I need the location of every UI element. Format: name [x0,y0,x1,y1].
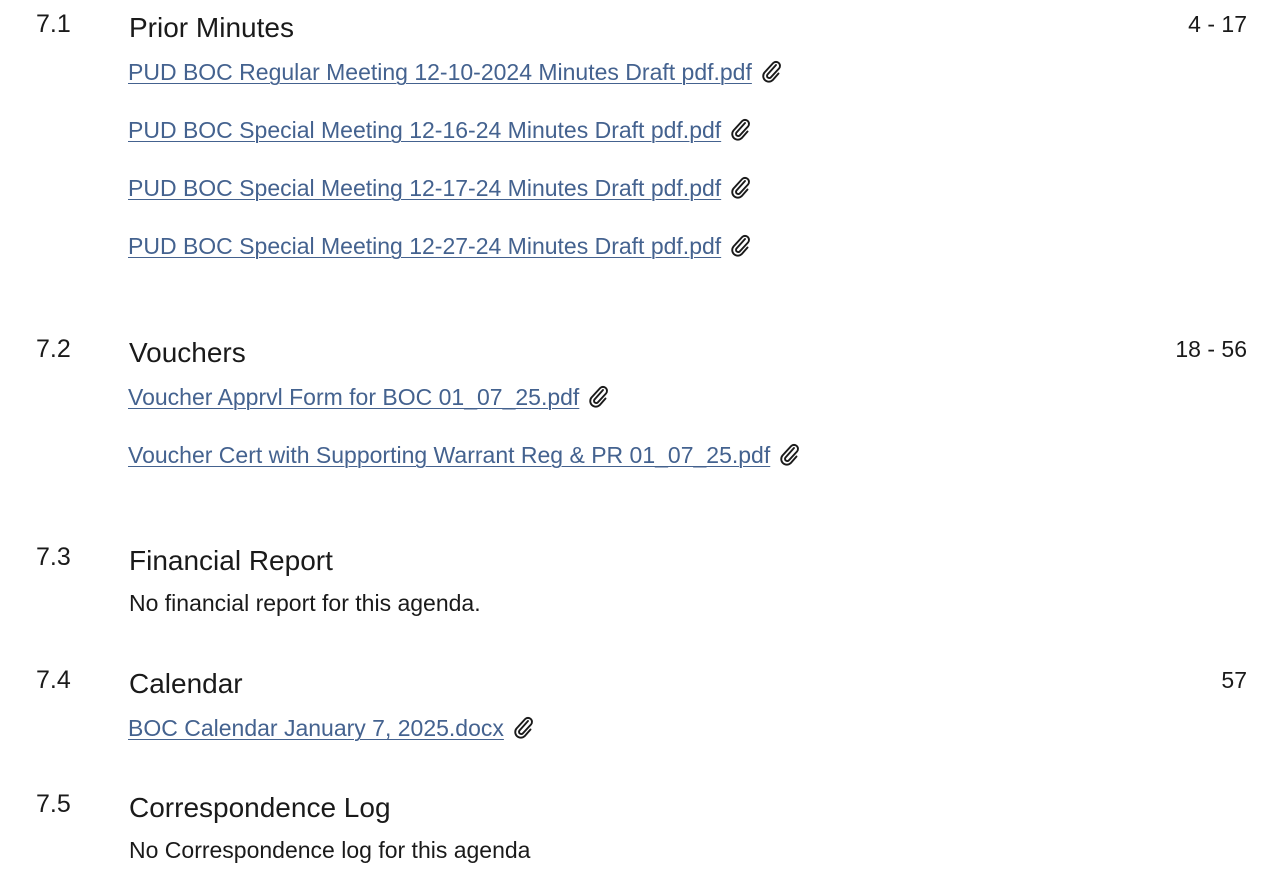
item-note: No financial report for this agenda. [129,590,481,616]
paperclip-icon[interactable] [760,59,782,83]
attachment-link[interactable]: Voucher Cert with Supporting Warrant Reg… [128,440,770,470]
attachment-list: BOC Calendar January 7, 2025.docx [128,713,534,771]
attachment-row: PUD BOC Special Meeting 12-27-24 Minutes… [128,231,782,289]
attachment-list: PUD BOC Regular Meeting 12-10-2024 Minut… [128,57,782,289]
paperclip-icon[interactable] [729,175,751,199]
attachment-row: PUD BOC Special Meeting 12-16-24 Minutes… [128,115,782,173]
item-number: 7.1 [36,10,71,38]
attachment-link[interactable]: PUD BOC Special Meeting 12-16-24 Minutes… [128,115,721,145]
attachment-list: Voucher Apprvl Form for BOC 01_07_25.pdf… [128,382,800,498]
attachment-link[interactable]: Voucher Apprvl Form for BOC 01_07_25.pdf [128,382,579,412]
item-title: Calendar [129,668,243,699]
item-note: No Correspondence log for this agenda [129,837,531,863]
item-title: Vouchers [129,337,246,368]
item-title: Financial Report [129,545,333,576]
attachment-row: Voucher Cert with Supporting Warrant Reg… [128,440,800,498]
attachment-link[interactable]: PUD BOC Regular Meeting 12-10-2024 Minut… [128,57,752,87]
item-title: Prior Minutes [129,12,294,43]
item-title: Correspondence Log [129,792,391,823]
paperclip-icon[interactable] [729,233,751,257]
attachment-link[interactable]: PUD BOC Special Meeting 12-27-24 Minutes… [128,231,721,261]
paperclip-icon[interactable] [512,715,534,739]
attachment-row: BOC Calendar January 7, 2025.docx [128,713,534,771]
item-number: 7.4 [36,666,71,694]
paperclip-icon[interactable] [729,117,751,141]
paperclip-icon[interactable] [587,384,609,408]
item-number: 7.5 [36,790,71,818]
paperclip-icon[interactable] [778,442,800,466]
page-range: 4 - 17 [1188,11,1247,37]
attachment-row: PUD BOC Special Meeting 12-17-24 Minutes… [128,173,782,231]
page-range: 18 - 56 [1175,336,1247,362]
attachment-row: Voucher Apprvl Form for BOC 01_07_25.pdf [128,382,800,440]
item-number: 7.3 [36,543,71,571]
item-number: 7.2 [36,335,71,363]
attachment-link[interactable]: BOC Calendar January 7, 2025.docx [128,713,504,743]
attachment-link[interactable]: PUD BOC Special Meeting 12-17-24 Minutes… [128,173,721,203]
attachment-row: PUD BOC Regular Meeting 12-10-2024 Minut… [128,57,782,115]
page-range: 57 [1221,667,1247,693]
